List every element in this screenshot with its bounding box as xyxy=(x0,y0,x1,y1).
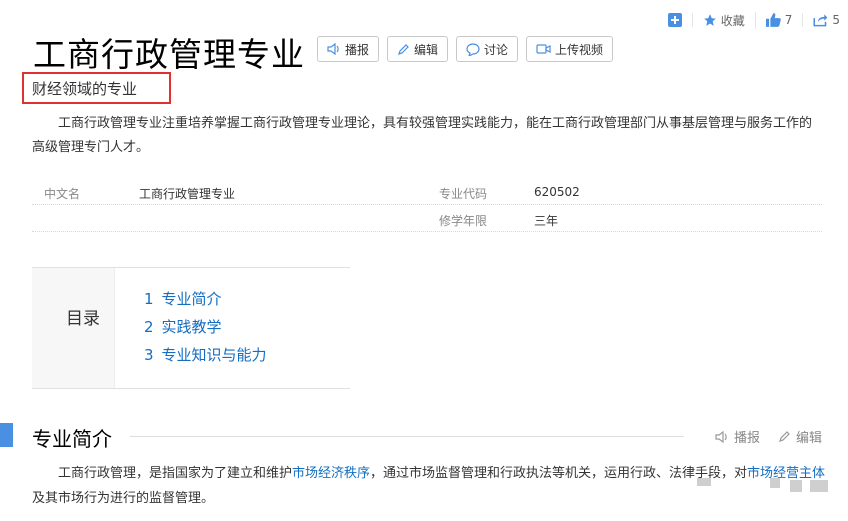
code-label: 专业代码 xyxy=(439,187,488,201)
toc-item-text: 实践教学 xyxy=(161,318,222,336)
toc-item-text: 专业知识与能力 xyxy=(161,346,267,364)
intro-paragraph: 工商行政管理，是指国家为了建立和维护市场经济秩序，通过市场监督管理和行政执法等机… xyxy=(32,461,828,511)
link-market-entity[interactable]: 市场经营主体 xyxy=(747,466,825,481)
toc-item-number: 2 xyxy=(144,318,154,336)
video-camera-icon xyxy=(536,43,551,55)
section-tools: 播报 编辑 xyxy=(715,427,822,446)
collect-button[interactable]: 收藏 xyxy=(693,11,756,29)
section-play-button[interactable]: 播报 xyxy=(715,427,760,446)
toc-list: 1 专业简介 2 实践教学 3 专业知识与能力 xyxy=(144,288,267,372)
add-button[interactable] xyxy=(658,13,693,27)
section-title: 专业简介 xyxy=(32,427,112,451)
watermark-blot xyxy=(790,480,802,492)
title-actions: 播报 编辑 讨论 上传视频 xyxy=(317,36,614,62)
speaker-icon xyxy=(327,43,341,55)
pencil-icon xyxy=(397,43,410,56)
star-icon xyxy=(703,13,717,27)
discuss-button[interactable]: 讨论 xyxy=(456,36,519,62)
like-count: 7 xyxy=(784,13,793,27)
play-label: 播报 xyxy=(345,42,370,57)
toc-item-practice[interactable]: 2 实践教学 xyxy=(144,316,267,344)
duration-label: 修学年限 xyxy=(439,214,488,228)
edit-button[interactable]: 编辑 xyxy=(387,36,449,62)
speaker-icon xyxy=(715,430,729,443)
collect-label: 收藏 xyxy=(720,13,745,28)
edit-label: 编辑 xyxy=(414,42,439,57)
code-value: 620502 xyxy=(534,185,580,199)
info-row: 中文名 工商行政管理专业 专业代码 620502 xyxy=(32,178,822,205)
section-play-label: 播报 xyxy=(733,431,760,446)
toc-item-knowledge[interactable]: 3 专业知识与能力 xyxy=(144,344,267,372)
info-row: 修学年限 三年 xyxy=(32,205,822,232)
summary-paragraph: 工商行政管理专业注重培养掌握工商行政管理专业理论，具有较强管理实践能力，能在工商… xyxy=(32,116,813,155)
paragraph-text: 及其市场行为进行的监督管理。 xyxy=(32,491,215,506)
paragraph-text: ，通过市场监督管理和行政执法等机关，运用行政、法律手段，对 xyxy=(370,466,748,481)
section-edit-button[interactable]: 编辑 xyxy=(778,427,822,446)
section-divider xyxy=(130,436,684,437)
like-button[interactable]: 7 xyxy=(756,13,804,27)
upload-video-label: 上传视频 xyxy=(555,42,604,57)
watermark-blot xyxy=(770,478,780,488)
toc-label: 目录 xyxy=(66,309,100,329)
play-button[interactable]: 播报 xyxy=(317,36,380,62)
toc-item-number: 3 xyxy=(144,346,154,364)
thumbs-up-icon xyxy=(765,13,781,27)
toc-item-text: 专业简介 xyxy=(161,290,222,308)
link-market-order[interactable]: 市场经济秩序 xyxy=(292,466,370,481)
top-toolbar: 收藏 7 5 xyxy=(658,10,840,30)
table-of-contents: 目录 1 专业简介 2 实践教学 3 专业知识与能力 xyxy=(32,267,350,389)
basic-info-table: 中文名 工商行政管理专业 专业代码 620502 修学年限 三年 xyxy=(32,178,822,232)
subtitle-text: 财经领域的专业 xyxy=(32,79,138,98)
plus-square-icon xyxy=(667,13,682,27)
share-icon xyxy=(813,13,828,27)
speech-bubble-icon xyxy=(466,42,480,56)
cn-name-label: 中文名 xyxy=(44,187,81,201)
section-edit-label: 编辑 xyxy=(795,431,822,446)
section-accent-bar xyxy=(0,423,13,447)
duration-value: 三年 xyxy=(534,214,559,228)
pencil-icon xyxy=(778,430,791,443)
cn-name-value: 工商行政管理专业 xyxy=(139,187,236,201)
toc-label-panel: 目录 xyxy=(32,268,115,388)
watermark-blot xyxy=(810,480,828,492)
paragraph-text: 工商行政管理，是指国家为了建立和维护 xyxy=(58,466,293,481)
share-count: 5 xyxy=(832,13,840,27)
upload-video-button[interactable]: 上传视频 xyxy=(526,36,614,62)
toc-item-number: 1 xyxy=(144,290,154,308)
page-subtitle: 财经领域的专业 xyxy=(22,72,171,104)
discuss-label: 讨论 xyxy=(484,42,509,57)
toc-item-intro[interactable]: 1 专业简介 xyxy=(144,288,267,316)
share-button[interactable]: 5 xyxy=(803,13,840,27)
page-title: 工商行政管理专业 xyxy=(33,35,305,74)
watermark-blot xyxy=(697,478,711,486)
